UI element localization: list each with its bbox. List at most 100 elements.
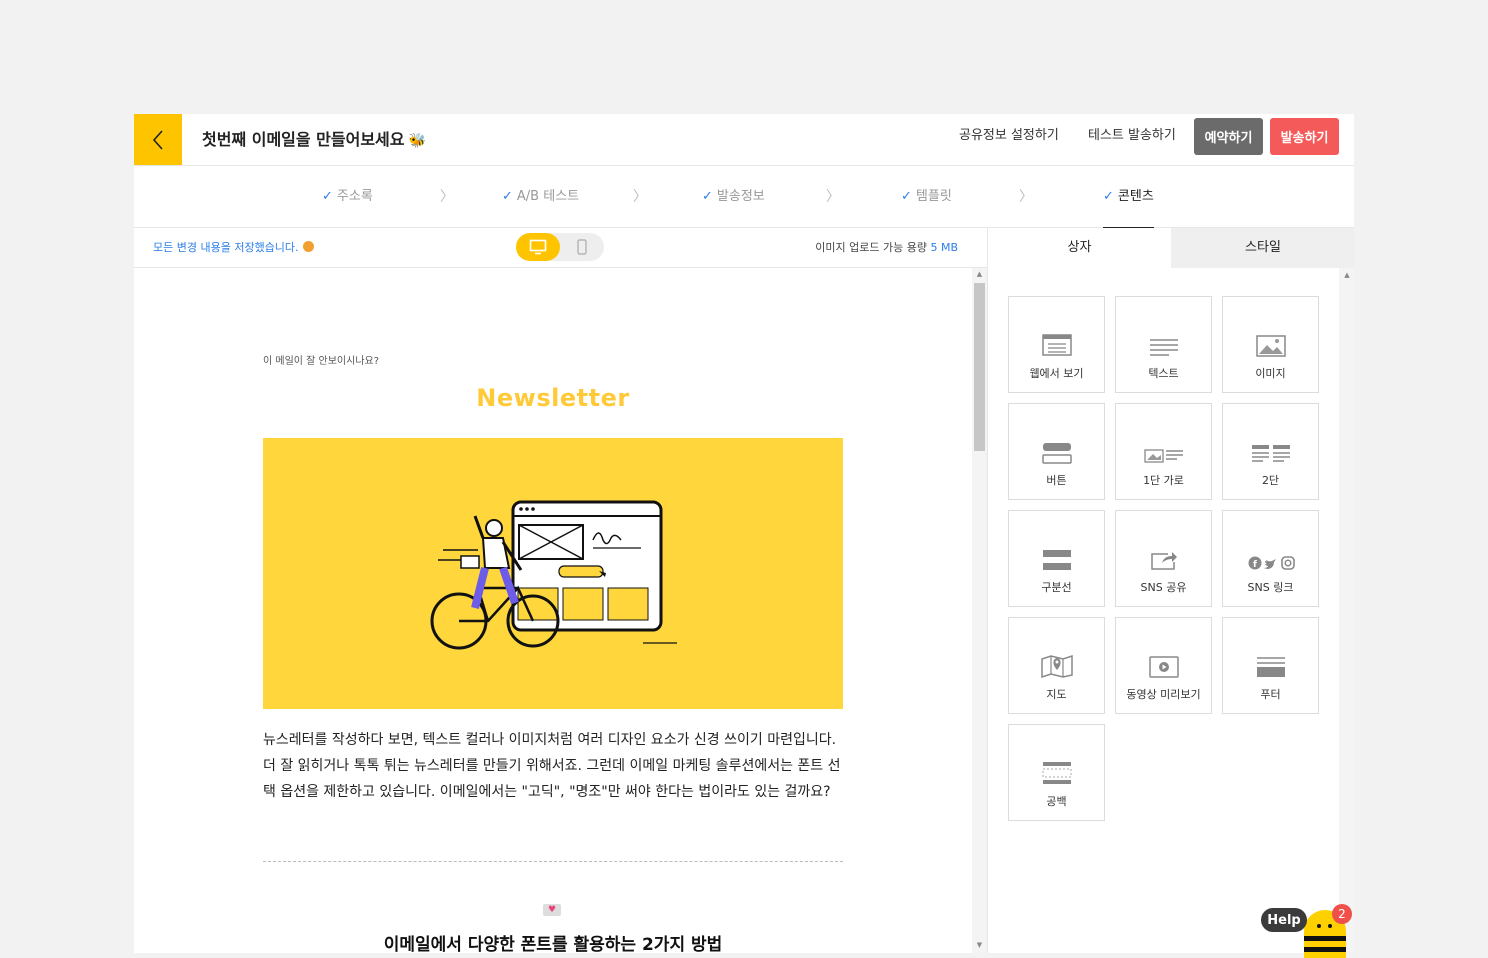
block-label: 텍스트 [1148,367,1179,380]
upload-capacity-info: 이미지 업로드 가능 용량 5 MB [815,228,958,268]
step-send-info[interactable]: ✓ 발송정보 [702,166,765,228]
step-label: 발송정보 [716,189,765,204]
scroll-thumb[interactable] [974,283,985,451]
block-two-column[interactable]: 2단 [1222,403,1319,500]
panel-tabs: 상자 스타일 [988,228,1354,268]
bee-icon: 🐝 [408,133,426,149]
chevron-right-icon: 〉 [633,189,647,205]
mobile-view-button[interactable] [560,233,604,261]
step-address-book[interactable]: ✓ 주소록 [322,166,373,228]
map-icon [1009,618,1104,680]
scroll-down-icon[interactable]: ▼ [972,941,987,953]
help-label[interactable]: Help [1261,908,1307,932]
scroll-up-icon[interactable]: ▲ [1339,271,1354,279]
block-map[interactable]: 지도 [1008,617,1105,714]
block-video[interactable]: 동영상 미리보기 [1115,617,1212,714]
eye [1317,924,1321,928]
upload-capacity-value: 5 MB [930,241,958,254]
tab-style[interactable]: 스타일 [1171,228,1354,268]
text-icon [1116,297,1211,359]
step-template[interactable]: ✓ 템플릿 [901,166,952,228]
hero-image[interactable] [263,438,843,709]
check-icon: ✓ [502,189,513,204]
email-canvas[interactable]: 이 메일이 잘 안보이시나요? Newsletter 뉴스레터를 작성하다 보면… [134,268,972,953]
save-status: 모든 변경 내용을 저장했습니다. [153,228,314,268]
canvas-scrollbar[interactable]: ▲ ▼ [972,268,987,953]
step-contents[interactable]: ✓ 콘텐츠 [1103,166,1154,229]
notification-badge: 2 [1332,904,1352,924]
share-icon [1116,511,1211,573]
one-column-horizontal-icon [1116,404,1211,466]
cyclist-illustration [430,500,677,650]
block-label: 2단 [1261,474,1280,487]
block-text[interactable]: 텍스트 [1115,296,1212,393]
image-icon [1223,297,1318,359]
test-send-button[interactable]: 테스트 발송하기 [1088,114,1176,158]
device-toggle [516,233,604,261]
send-button[interactable]: 발송하기 [1270,118,1339,155]
top-header: 첫번째 이메일을 만들어보세요 🐝 공유정보 설정하기 테스트 발송하기 예약하기… [134,114,1354,166]
panel-scrollbar[interactable]: ▲ [1339,268,1354,953]
block-footer[interactable]: 푸터 [1222,617,1319,714]
chevron-right-icon: 〉 [826,189,840,205]
block-label: SNS 공유 [1140,581,1187,594]
stripe [1304,947,1346,952]
block-button[interactable]: 버튼 [1008,403,1105,500]
mobile-icon [577,239,587,255]
back-button[interactable] [134,114,182,165]
step-navigation: ✓ 주소록 〉 ✓ A/B 테스트 〉 ✓ 발송정보 〉 ✓ 템플릿 〉 ✓ 콘텐츠 [134,166,1354,229]
help-widget[interactable]: Help 2 [1261,904,1352,958]
step-ab-test[interactable]: ✓ A/B 테스트 [502,166,579,228]
block-label: 푸터 [1260,688,1281,701]
scroll-up-icon[interactable]: ▲ [972,270,987,282]
tab-blocks[interactable]: 상자 [988,228,1171,268]
check-icon: ✓ [322,189,333,204]
block-label: 구분선 [1041,581,1072,594]
desktop-view-button[interactable] [516,233,560,261]
reserve-button[interactable]: 예약하기 [1194,118,1263,155]
block-image[interactable]: 이미지 [1222,296,1319,393]
block-sns-share[interactable]: SNS 공유 [1115,510,1212,607]
chevron-right-icon: 〉 [1019,189,1033,205]
block-sns-link[interactable]: f SNS 링크 [1222,510,1319,607]
block-one-column[interactable]: 1단 가로 [1115,403,1212,500]
block-label: 웹에서 보기 [1029,367,1084,380]
eye [1328,924,1332,928]
email-body-text[interactable]: 뉴스레터를 작성하다 보면, 텍스트 컬러나 이미지처럼 여러 디자인 요소가 … [263,727,843,805]
svg-text:f: f [1253,560,1257,570]
step-label: 템플릿 [915,189,952,204]
check-icon: ✓ [901,189,912,204]
content-divider [263,861,843,862]
block-web-view[interactable]: 웹에서 보기 [1008,296,1105,393]
desktop-icon [529,239,547,255]
check-icon: ✓ [1103,189,1114,204]
divider-icon [1009,511,1104,573]
share-settings-button[interactable]: 공유정보 설정하기 [959,114,1059,158]
check-icon: ✓ [702,189,713,204]
block-label: 이미지 [1255,367,1286,380]
chevron-right-icon: 〉 [440,189,454,205]
heart-icon: ♥ [543,904,561,916]
block-label: SNS 링크 [1247,581,1294,594]
stripe [1304,936,1346,941]
button-icon [1009,404,1104,466]
email-preheader[interactable]: 이 메일이 잘 안보이시나요? [263,352,379,367]
block-label: 공백 [1046,795,1067,808]
smile-icon [302,241,314,252]
block-divider[interactable]: 구분선 [1008,510,1105,607]
spacer-icon [1009,725,1104,787]
blocks-panel: 상자 스타일 ▲ 웹에서 보기 텍스트 이미지 버튼 1단 가로 2단 구분선 … [987,228,1354,953]
email-subheading[interactable]: 이메일에서 다양한 폰트를 활용하는 2가지 방법 [263,930,843,953]
social-links-icon: f [1223,511,1318,573]
two-column-icon [1223,404,1318,466]
web-view-icon [1009,297,1104,359]
email-title[interactable]: Newsletter [263,384,843,412]
chevron-left-icon [152,129,163,150]
upload-capacity-label: 이미지 업로드 가능 용량 [815,241,927,254]
block-spacer[interactable]: 공백 [1008,724,1105,821]
footer-icon [1223,618,1318,680]
save-status-text: 모든 변경 내용을 저장했습니다. [153,241,299,254]
step-label: 콘텐츠 [1117,189,1154,204]
block-label: 버튼 [1046,474,1067,487]
block-label: 1단 가로 [1143,474,1184,487]
